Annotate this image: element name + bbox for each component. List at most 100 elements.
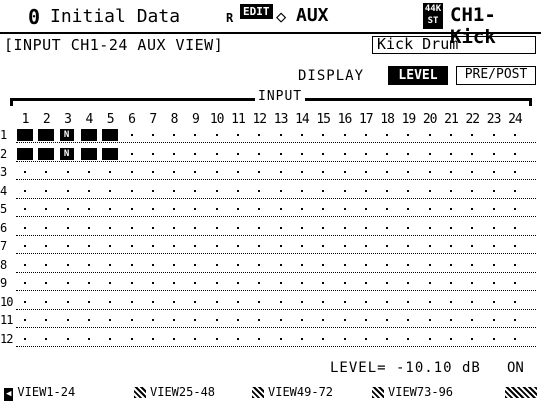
send-cell[interactable] [315,296,331,308]
send-cell[interactable] [294,203,310,215]
send-cell[interactable] [464,333,480,345]
view-tab[interactable]: ◀ VIEW1-24 [4,386,75,401]
send-cell[interactable] [294,222,310,234]
send-cell[interactable] [17,277,33,289]
send-cell[interactable] [464,185,480,197]
send-cell[interactable] [81,277,97,289]
send-cell[interactable] [315,333,331,345]
send-cell[interactable] [145,333,161,345]
send-cell[interactable] [124,166,140,178]
send-cell[interactable] [443,259,459,271]
send-cell[interactable] [81,314,97,326]
send-cell[interactable] [230,148,246,160]
send-cell[interactable] [464,314,480,326]
send-cell[interactable] [17,147,33,160]
send-cell[interactable] [102,129,119,141]
send-cell[interactable] [17,333,33,345]
send-cell[interactable] [337,148,353,160]
send-cell[interactable] [337,240,353,252]
send-cell[interactable] [145,222,161,234]
send-cell[interactable] [145,148,161,160]
send-cell[interactable] [187,166,203,178]
send-cell[interactable] [60,185,76,197]
send-cell[interactable] [294,148,310,160]
send-cell[interactable] [251,148,267,160]
pre-post-button[interactable]: PRE/POST [456,66,536,85]
send-cell[interactable] [251,314,267,326]
send-cell[interactable] [379,166,395,178]
send-cell[interactable] [60,240,76,252]
send-cell[interactable] [17,203,33,215]
send-cell[interactable] [400,240,416,252]
send-cell[interactable] [102,147,119,160]
send-cell[interactable] [273,203,289,215]
send-cell[interactable] [17,314,33,326]
send-cell[interactable] [187,240,203,252]
send-cell[interactable] [38,147,55,160]
send-cell[interactable] [315,148,331,160]
send-cell[interactable] [422,222,438,234]
send-cell[interactable] [124,314,140,326]
send-cell[interactable] [166,314,182,326]
send-cell[interactable] [251,203,267,215]
send-cell[interactable] [358,314,374,326]
send-cell[interactable] [486,222,502,234]
send-cell[interactable] [251,185,267,197]
send-cell[interactable] [273,129,289,141]
send-cell[interactable] [507,203,523,215]
send-cell[interactable] [124,148,140,160]
send-cell[interactable] [422,296,438,308]
send-cell[interactable] [124,203,140,215]
send-cell[interactable] [17,296,33,308]
send-cell[interactable] [400,222,416,234]
send-cell[interactable] [230,185,246,197]
send-cell[interactable] [337,166,353,178]
send-cell[interactable] [422,166,438,178]
send-cell[interactable] [251,166,267,178]
send-cell[interactable] [230,333,246,345]
send-cell[interactable] [60,259,76,271]
send-cell[interactable] [60,166,76,178]
send-cell[interactable] [166,277,182,289]
send-cell[interactable] [400,166,416,178]
send-cell[interactable] [251,240,267,252]
send-cell[interactable] [209,296,225,308]
send-cell[interactable] [145,203,161,215]
send-cell[interactable] [145,166,161,178]
send-cell[interactable] [187,185,203,197]
send-cell[interactable] [443,222,459,234]
send-cell[interactable] [422,148,438,160]
send-cell[interactable] [443,148,459,160]
send-cell[interactable] [294,314,310,326]
send-cell[interactable] [273,148,289,160]
send-cell[interactable] [422,240,438,252]
send-cell[interactable] [187,148,203,160]
send-cell[interactable] [38,185,54,197]
send-cell[interactable] [315,314,331,326]
send-cell[interactable] [443,129,459,141]
send-cell[interactable] [166,203,182,215]
send-cell[interactable] [17,185,33,197]
send-cell[interactable] [315,277,331,289]
send-cell[interactable] [443,296,459,308]
send-cell[interactable] [443,166,459,178]
send-cell[interactable] [187,259,203,271]
send-cell[interactable] [315,240,331,252]
send-cell[interactable] [145,240,161,252]
send-cell[interactable] [60,203,76,215]
send-cell[interactable] [464,240,480,252]
send-cell[interactable] [209,203,225,215]
send-cell[interactable] [315,129,331,141]
send-cell[interactable] [464,166,480,178]
send-cell[interactable] [124,129,140,141]
view-tab[interactable]: VIEW49-72 [252,386,333,399]
send-cell[interactable] [422,333,438,345]
send-cell[interactable] [337,185,353,197]
send-cell[interactable]: N [59,129,74,141]
send-cell[interactable] [315,166,331,178]
send-cell[interactable] [400,259,416,271]
send-cell[interactable] [273,314,289,326]
send-cell[interactable]: N [59,147,74,160]
send-cell[interactable] [337,129,353,141]
send-cell[interactable] [81,185,97,197]
